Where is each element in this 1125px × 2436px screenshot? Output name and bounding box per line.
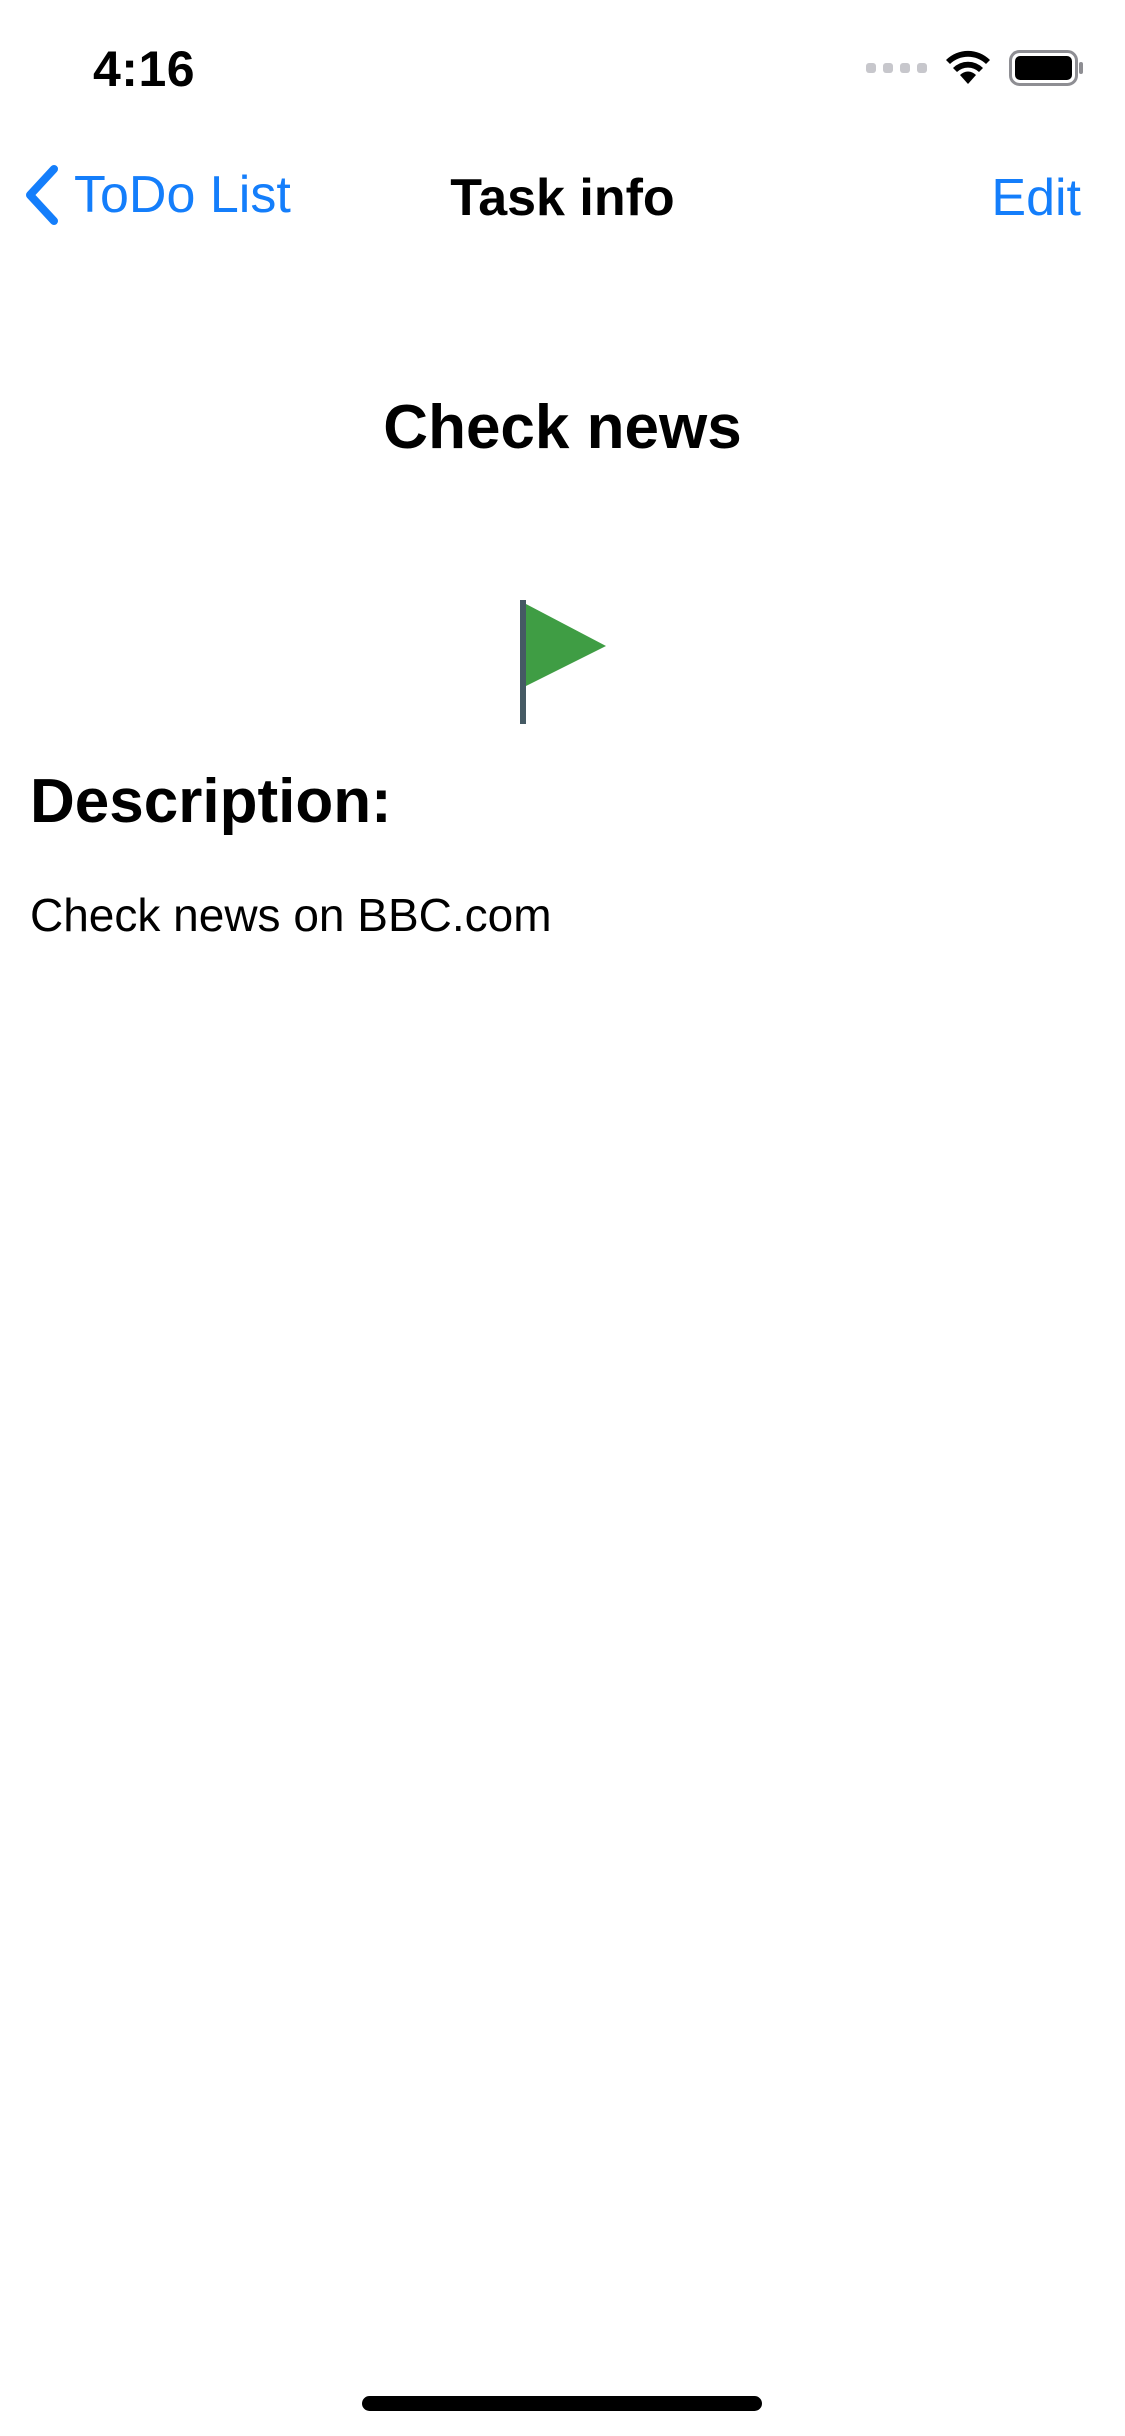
task-info-screen: 4:16 ToDo List Task info Edit Check news…: [0, 0, 1125, 2436]
navigation-bar: ToDo List Task info Edit: [0, 132, 1125, 264]
description-text: Check news on BBC.com: [30, 889, 552, 941]
description-heading: Description:: [30, 767, 392, 836]
green-flag-icon: [518, 600, 608, 726]
task-title: Check news: [383, 393, 742, 462]
battery-icon: [1009, 50, 1083, 86]
wifi-icon: [946, 50, 990, 84]
home-indicator[interactable]: [362, 2396, 762, 2411]
edit-button[interactable]: Edit: [991, 168, 1081, 228]
cellular-signal-icon: [866, 63, 927, 73]
status-bar: 4:16: [0, 0, 1125, 132]
status-icons: [866, 50, 1085, 86]
status-time: 4:16: [93, 41, 196, 97]
nav-title: Task info: [450, 169, 675, 227]
